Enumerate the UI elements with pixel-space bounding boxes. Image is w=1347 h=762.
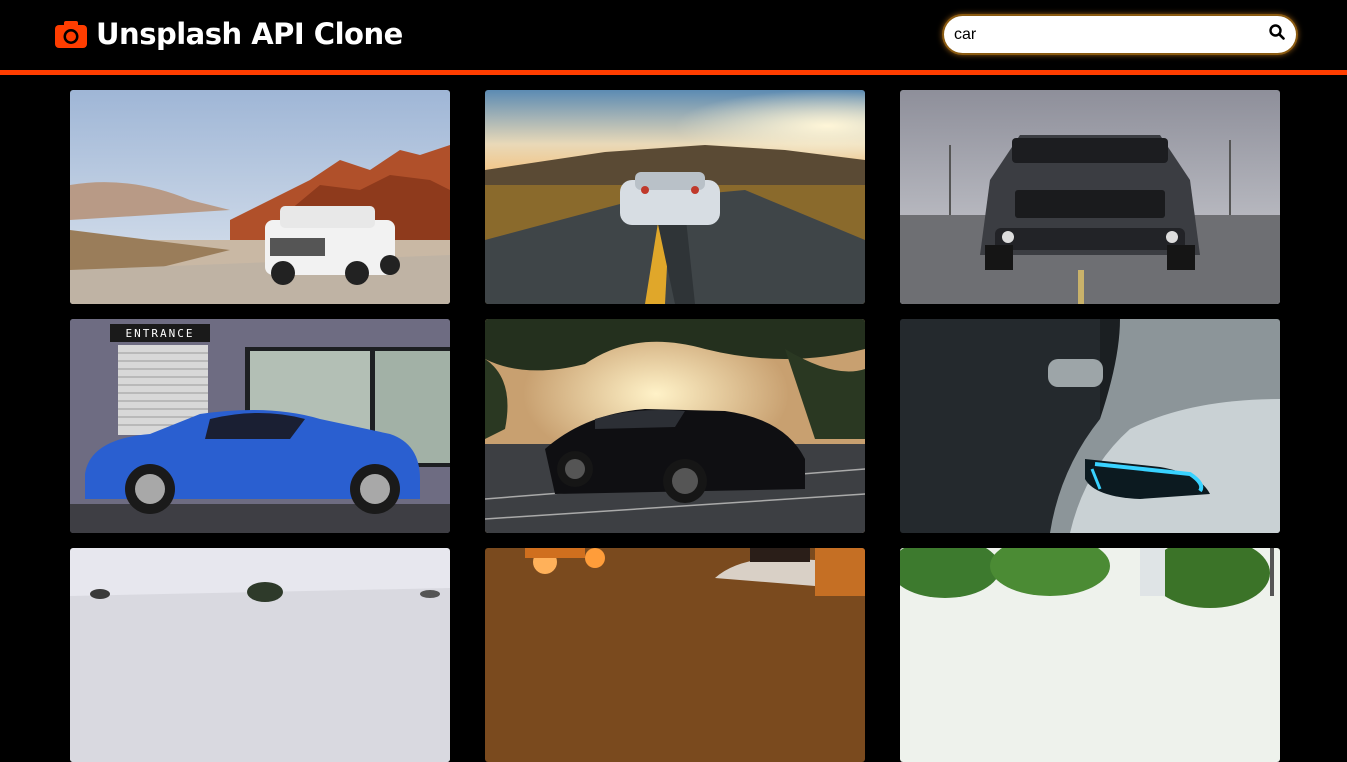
photo-image <box>70 90 450 304</box>
photo-grid: ENTRANCE <box>70 90 1280 762</box>
search-button[interactable] <box>1258 16 1296 53</box>
photo-card[interactable] <box>485 319 865 533</box>
photo-image <box>900 319 1280 533</box>
photo-image <box>900 548 1280 762</box>
photo-image <box>70 548 450 762</box>
photo-image <box>485 319 865 533</box>
entrance-sign: ENTRANCE <box>126 327 195 340</box>
header-divider <box>0 70 1347 75</box>
photo-card[interactable]: ENTRANCE <box>70 319 450 533</box>
search-input[interactable] <box>944 16 1258 53</box>
photo-card[interactable] <box>485 548 865 762</box>
photo-card[interactable] <box>900 319 1280 533</box>
photo-card[interactable] <box>900 90 1280 304</box>
photo-image <box>900 90 1280 304</box>
photo-card[interactable] <box>70 90 450 304</box>
camera-icon <box>54 19 88 49</box>
search-icon <box>1269 24 1285 45</box>
photo-card[interactable] <box>70 548 450 762</box>
app-title: Unsplash API Clone <box>96 17 403 51</box>
photo-card[interactable] <box>900 548 1280 762</box>
search-bar <box>944 16 1296 53</box>
app-header: Unsplash API Clone <box>0 0 1347 70</box>
brand[interactable]: Unsplash API Clone <box>54 14 403 54</box>
photo-image <box>485 548 865 762</box>
photo-card[interactable] <box>485 90 865 304</box>
photo-image: ENTRANCE <box>70 319 450 533</box>
photo-image <box>485 90 865 304</box>
